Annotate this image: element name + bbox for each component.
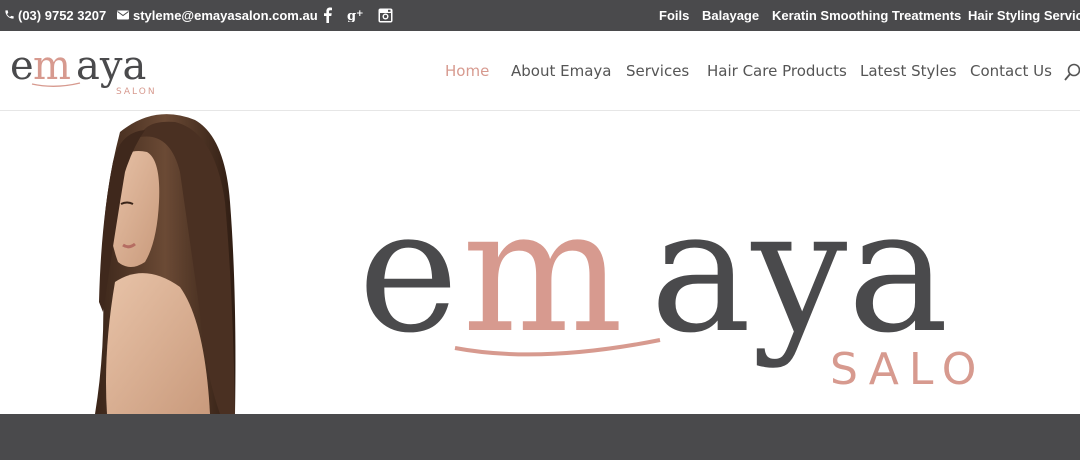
nav-latest-styles[interactable]: Latest Styles bbox=[860, 62, 957, 80]
phone-link[interactable]: (03) 9752 3207 bbox=[4, 8, 106, 23]
toplink-foils[interactable]: Foils bbox=[659, 8, 689, 23]
nav-home[interactable]: Home bbox=[445, 62, 489, 80]
header-logo[interactable]: e m aya SALON bbox=[10, 37, 155, 97]
header-logo-e: e bbox=[10, 43, 34, 89]
envelope-icon bbox=[117, 8, 129, 23]
hero-logo-m: m bbox=[462, 173, 623, 371]
header-logo-sub: SALON bbox=[116, 87, 155, 97]
main-header: e m aya SALON Home About Emaya Services … bbox=[0, 31, 1080, 111]
hero-model-image bbox=[85, 112, 255, 414]
toplink-balayage[interactable]: Balayage bbox=[702, 8, 759, 23]
nav-services[interactable]: Services bbox=[626, 62, 689, 80]
section-band bbox=[0, 414, 1080, 460]
phone-number: (03) 9752 3207 bbox=[18, 8, 107, 23]
hero-logo-sub: SALON bbox=[830, 344, 990, 395]
hero-logo-e: e bbox=[358, 173, 459, 371]
toplink-keratin[interactable]: Keratin Smoothing Treatments bbox=[772, 8, 961, 23]
email-address: styleme@emayasalon.com.au bbox=[133, 8, 318, 23]
toplink-hair-styling[interactable]: Hair Styling Services bbox=[968, 8, 1080, 23]
top-bar: (03) 9752 3207 styleme@emayasalon.com.au… bbox=[0, 0, 1080, 31]
hero-logo-aya: aya bbox=[650, 173, 949, 371]
instagram-icon[interactable] bbox=[377, 5, 393, 25]
email-link[interactable]: styleme@emayasalon.com.au bbox=[117, 8, 318, 23]
nav-hair-care-products[interactable]: Hair Care Products bbox=[707, 62, 847, 80]
header-logo-m: m bbox=[33, 43, 71, 89]
header-logo-aya: aya bbox=[76, 43, 146, 89]
hero-banner: e m aya SALON bbox=[0, 112, 1080, 414]
google-plus-icon[interactable]: g + bbox=[346, 5, 366, 25]
search-icon[interactable] bbox=[1064, 63, 1080, 81]
nav-contact-us[interactable]: Contact Us bbox=[970, 62, 1052, 80]
nav-about-emaya[interactable]: About Emaya bbox=[511, 62, 611, 80]
svg-text:g: g bbox=[347, 9, 356, 22]
svg-text:+: + bbox=[356, 9, 364, 19]
facebook-icon[interactable] bbox=[320, 5, 334, 25]
hero-logo: e m aya SALON bbox=[350, 172, 1019, 412]
phone-icon bbox=[4, 8, 15, 23]
